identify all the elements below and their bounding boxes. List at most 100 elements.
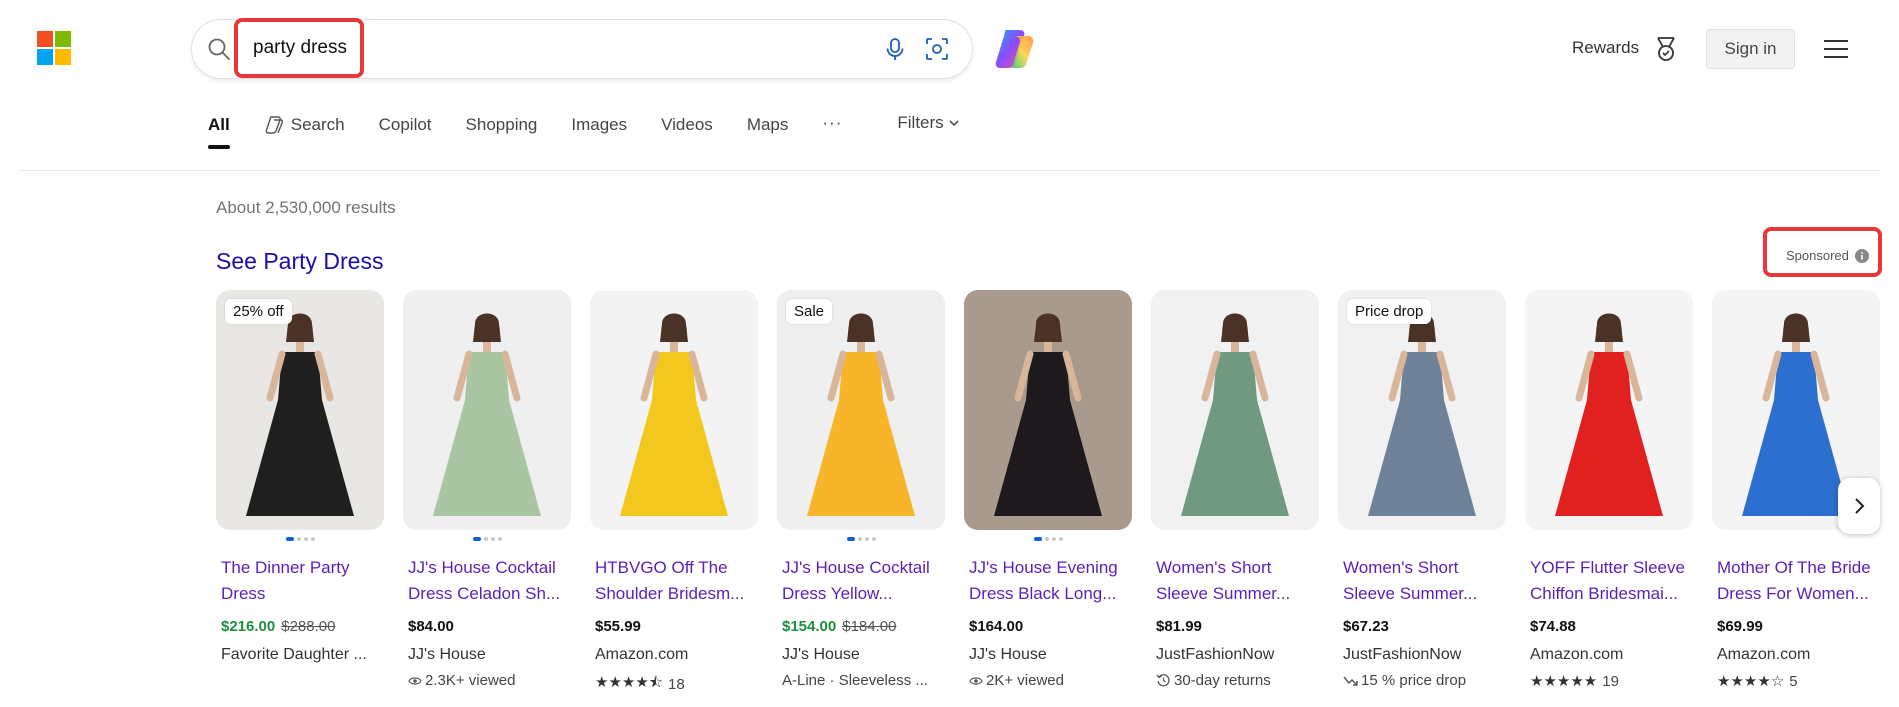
product-title-link[interactable]: Women's Short Sleeve Summer...	[1338, 555, 1506, 607]
sign-in-button[interactable]: Sign in	[1706, 29, 1795, 69]
product-card[interactable]: JJ's House Cocktail Dress Celadon Sh... $8…	[403, 290, 571, 689]
product-image[interactable]	[590, 290, 758, 530]
filters-button[interactable]: Filters	[897, 113, 959, 133]
pager-dot[interactable]	[296, 536, 301, 541]
product-image[interactable]: Sale	[777, 290, 945, 530]
product-image[interactable]	[1151, 290, 1319, 530]
tab-label: Images	[571, 115, 628, 134]
pager-dot[interactable]	[1051, 536, 1056, 541]
visual-search-icon[interactable]	[923, 35, 951, 63]
pager-dot[interactable]	[857, 536, 862, 541]
product-image[interactable]: Price drop	[1338, 290, 1506, 530]
tab-label: Search	[290, 115, 345, 134]
product-title-link[interactable]: HTBVGO Off The Shoulder Bridesm...	[590, 555, 758, 607]
product-title-link[interactable]: JJ's House Cocktail Dress Yellow...	[777, 555, 945, 607]
pager-dot[interactable]	[846, 536, 855, 541]
product-title-link[interactable]: YOFF Flutter Sleeve Chiffon Bridesmai...	[1525, 555, 1693, 607]
product-card[interactable]: 25% off The Dinner Party Dress $216.00 $288.…	[216, 290, 384, 664]
pager-dot[interactable]	[871, 536, 876, 541]
pager-dot[interactable]	[303, 536, 308, 541]
review-count: 19	[1602, 672, 1619, 690]
search-box[interactable]: party dress	[192, 18, 972, 78]
pager-dot[interactable]	[1058, 536, 1063, 541]
product-meta-text: 2.3K+ viewed	[425, 672, 516, 689]
rewards-medal-icon[interactable]	[1653, 35, 1679, 63]
copilot-icon[interactable]	[992, 26, 1038, 72]
shopping-section-title[interactable]: See Party Dress	[216, 248, 383, 275]
product-image[interactable]	[1525, 290, 1693, 530]
product-meta: 30-day returns	[1151, 672, 1319, 689]
more-tabs-button[interactable]: ···	[822, 113, 842, 133]
seller-name: JJ's House	[969, 646, 1047, 663]
tab-search[interactable]: Search	[264, 113, 345, 137]
pager-dot[interactable]	[864, 536, 869, 541]
product-title-link[interactable]: Mother Of The Bride Dress For Women...	[1712, 555, 1880, 607]
price-row: $69.99	[1712, 618, 1880, 638]
product-card[interactable]: JJ's House Evening Dress Black Long... $16…	[964, 290, 1132, 689]
carousel-next-button[interactable]	[1838, 478, 1880, 534]
image-pager-dots[interactable]	[403, 532, 571, 545]
dress-illustration	[1555, 313, 1663, 516]
pager-dot[interactable]	[1044, 536, 1049, 541]
pager-dot[interactable]	[490, 536, 495, 541]
product-title-line: Dress Black Long...	[969, 584, 1117, 603]
returns-icon	[1156, 674, 1170, 687]
seller-name: JJ's House	[408, 646, 486, 663]
rating-stars: ★★★★★	[1530, 673, 1598, 690]
sponsored-label[interactable]: Sponsored	[1786, 248, 1869, 263]
review-count: 18	[668, 676, 685, 693]
tab-copilot[interactable]: Copilot	[379, 113, 432, 137]
image-pager-dots[interactable]	[964, 532, 1132, 545]
pager-dot[interactable]	[285, 536, 294, 541]
product-price: $67.23	[1343, 618, 1389, 635]
results-count: About 2,530,000 results	[216, 198, 396, 217]
product-meta: ★★★★⯪ 18	[590, 672, 758, 697]
rewards-link[interactable]: Rewards	[1572, 38, 1639, 58]
review-count: 5	[1789, 672, 1798, 690]
product-title-line: Women's Short	[1343, 558, 1459, 577]
microphone-icon[interactable]	[882, 36, 908, 62]
product-title-link[interactable]: JJ's House Cocktail Dress Celadon Sh...	[403, 555, 571, 607]
seller-name: Amazon.com	[1530, 646, 1624, 663]
tab-images[interactable]: Images	[571, 113, 627, 137]
microsoft-logo[interactable]	[37, 31, 71, 65]
product-card[interactable]: Sale JJ's House Cocktail Dress Yellow... $1…	[777, 290, 945, 689]
product-card[interactable]: HTBVGO Off The Shoulder Bridesm... $55.99 A…	[590, 290, 758, 697]
image-pager-dots[interactable]	[216, 532, 384, 545]
tab-maps[interactable]: Maps	[747, 113, 789, 137]
pager-dot[interactable]	[310, 536, 315, 541]
image-pager-spacer	[1151, 532, 1319, 545]
product-card[interactable]: Women's Short Sleeve Summer... $81.99 JustF…	[1151, 290, 1319, 689]
product-title-line: Sleeve Summer...	[1343, 584, 1478, 603]
product-image[interactable]: 25% off	[216, 290, 384, 530]
pager-dot[interactable]	[1033, 536, 1042, 541]
product-title-link[interactable]: The Dinner Party Dress	[216, 555, 384, 607]
tab-videos[interactable]: Videos	[661, 113, 713, 137]
product-title-link[interactable]: JJ's House Evening Dress Black Long...	[964, 555, 1132, 607]
tab-all[interactable]: All	[208, 113, 230, 149]
tab-shopping[interactable]: Shopping	[466, 113, 538, 137]
product-image[interactable]	[403, 290, 571, 530]
image-pager-spacer	[1525, 532, 1693, 545]
pager-dot[interactable]	[472, 536, 481, 541]
rating-stars: ★★★★☆	[1717, 673, 1785, 690]
product-title-line: Chiffon Bridesmai...	[1530, 584, 1679, 603]
pager-dot[interactable]	[483, 536, 488, 541]
product-card[interactable]: YOFF Flutter Sleeve Chiffon Bridesmai... $…	[1525, 290, 1693, 690]
hamburger-menu-icon[interactable]	[1822, 37, 1850, 61]
search-input[interactable]: party dress	[253, 37, 347, 59]
product-title-line: JJ's House Evening	[969, 558, 1118, 577]
eye-icon	[969, 676, 983, 685]
product-card[interactable]: Price drop Women's Short Sleeve Summer... $…	[1338, 290, 1506, 689]
image-pager-dots[interactable]	[777, 532, 945, 545]
product-carousel: 25% off The Dinner Party Dress $216.00 $288.…	[216, 290, 1899, 707]
product-meta: A-Line · Sleeveless ...	[777, 672, 945, 689]
info-icon[interactable]	[1854, 248, 1869, 263]
product-title-line: Dress Yellow...	[782, 584, 893, 603]
product-title-link[interactable]: Women's Short Sleeve Summer...	[1151, 555, 1319, 607]
product-image[interactable]	[964, 290, 1132, 530]
search-icon[interactable]	[206, 36, 232, 62]
pager-dot[interactable]	[497, 536, 502, 541]
product-title-line: JJ's House Cocktail	[408, 558, 556, 577]
product-badge: Sale	[786, 299, 833, 324]
